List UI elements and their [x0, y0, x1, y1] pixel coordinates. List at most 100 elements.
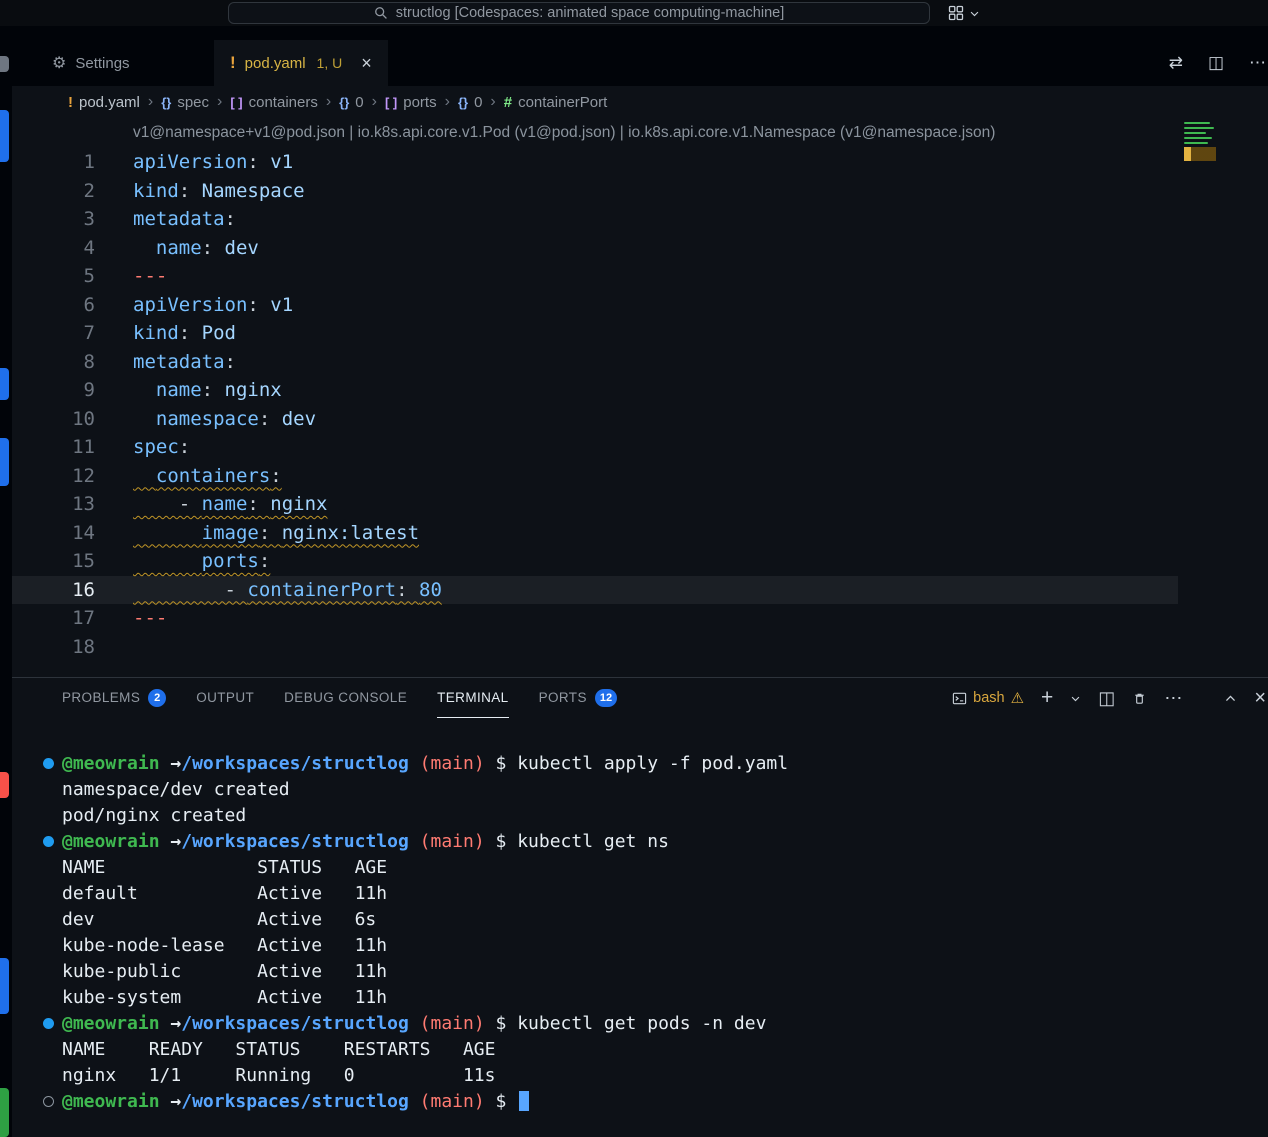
activity-bar-fragment [0, 772, 9, 798]
array-symbol-icon: [ ] [385, 95, 397, 110]
code-line[interactable]: 6apiVersion: v1 [12, 291, 1178, 320]
terminal-output-line: NAME READY STATUS RESTARTS AGE [62, 1037, 1268, 1063]
command-pending-icon[interactable] [43, 1096, 54, 1107]
line-text: - name: nginx [95, 490, 328, 519]
split-editor-icon[interactable]: ◫ [1208, 53, 1224, 73]
close-tab-icon[interactable]: × [361, 53, 372, 74]
open-changes-icon[interactable]: ⇄ [1169, 53, 1183, 73]
line-number: 3 [12, 205, 95, 234]
yaml-schema-hint[interactable]: v1@namespace+v1@pod.json | io.k8s.api.co… [12, 118, 1268, 148]
code-line[interactable]: 4 name: dev [12, 234, 1178, 263]
breadcrumb-separator-icon: › [490, 93, 495, 111]
code-line[interactable]: 1apiVersion: v1 [12, 148, 1178, 177]
tab-problems-git-decoration: 1, U [317, 55, 343, 71]
breadcrumb-item[interactable]: #containerPort [504, 94, 608, 111]
breadcrumb-item[interactable]: !pod.yaml [68, 94, 140, 111]
activity-bar-fragment [0, 1088, 9, 1137]
line-text: metadata: [95, 205, 236, 234]
breadcrumb-item[interactable]: {}spec [161, 94, 209, 111]
chevron-down-icon [969, 8, 980, 19]
code-line[interactable]: 5--- [12, 262, 1178, 291]
line-number: 14 [12, 519, 95, 548]
codespaces-menu-button[interactable] [948, 0, 980, 26]
terminal-output-line: namespace/dev created [62, 777, 1268, 803]
panel-tab-debug-console[interactable]: DEBUG CONSOLE [284, 678, 407, 718]
minimap-line [1184, 137, 1212, 139]
line-text: apiVersion: v1 [95, 148, 293, 177]
command-success-icon[interactable] [43, 1018, 54, 1029]
titlebar: structlog [Codespaces: animated space co… [0, 0, 1268, 26]
breadcrumb-label: ports [403, 94, 436, 111]
shell-indicator[interactable]: bash ⚠ [952, 689, 1024, 707]
line-text: --- [95, 604, 167, 633]
vscode-window: structlog [Codespaces: animated space co… [0, 0, 1268, 1137]
line-number: 13 [12, 490, 95, 519]
code-line[interactable]: 12 containers: [12, 462, 1178, 491]
kill-terminal-icon[interactable] [1132, 691, 1147, 706]
panel-tab-output[interactable]: OUTPUT [196, 678, 254, 718]
code-line[interactable]: 17--- [12, 604, 1178, 633]
breadcrumb-item[interactable]: [ ]containers [230, 94, 318, 111]
editor: v1@namespace+v1@pod.json | io.k8s.api.co… [12, 118, 1268, 677]
line-number: 18 [12, 633, 95, 662]
bottom-panel: PROBLEMS2 OUTPUT DEBUG CONSOLE TERMINAL PORT… [12, 677, 1268, 1115]
line-text: kind: Pod [95, 319, 236, 348]
tab-pod-yaml[interactable]: ! pod.yaml 1, U × [214, 40, 388, 86]
code-line[interactable]: 9 name: nginx [12, 376, 1178, 405]
line-number: 1 [12, 148, 95, 177]
breadcrumb-item[interactable]: {}0 [458, 94, 482, 111]
code-line[interactable]: 2kind: Namespace [12, 177, 1178, 206]
tab-pod-yaml-label: pod.yaml [245, 55, 306, 72]
activity-bar-fragment [0, 958, 9, 1014]
panel-tab-problems[interactable]: PROBLEMS2 [62, 678, 166, 718]
terminal-profile-chevron-icon[interactable] [1070, 693, 1081, 704]
line-text: kind: Namespace [95, 177, 305, 206]
code-line[interactable]: 8metadata: [12, 348, 1178, 377]
command-center-search[interactable]: structlog [Codespaces: animated space co… [228, 2, 930, 24]
editor-more-actions-icon[interactable]: ⋯ [1249, 53, 1266, 73]
panel-more-actions-icon[interactable]: ⋯ [1164, 688, 1182, 709]
code-line[interactable]: 11spec: [12, 433, 1178, 462]
line-number: 4 [12, 234, 95, 263]
panel-tab-terminal[interactable]: TERMINAL [437, 678, 508, 718]
terminal-content[interactable]: @meowrain →/workspaces/structlog (main) … [12, 718, 1268, 1115]
breadcrumb-label: 0 [474, 94, 482, 111]
maximize-panel-icon[interactable] [1224, 692, 1237, 705]
close-panel-icon[interactable]: × [1254, 687, 1266, 710]
breadcrumb-item[interactable]: [ ] ports [385, 94, 437, 111]
breadcrumb-separator-icon: › [445, 93, 450, 111]
activity-bar-fragment [0, 438, 9, 486]
code-line[interactable]: 15 ports: [12, 547, 1178, 576]
panel-tab-label: DEBUG CONSOLE [284, 690, 407, 705]
code-line[interactable]: 3metadata: [12, 205, 1178, 234]
command-success-icon[interactable] [43, 836, 54, 847]
split-terminal-icon[interactable]: ◫ [1098, 688, 1115, 709]
code-line[interactable]: 14 image: nginx:latest [12, 519, 1178, 548]
activity-bar-fragment [0, 368, 9, 400]
code-line[interactable]: 16 - containerPort: 80 [12, 576, 1178, 605]
line-text: name: dev [95, 234, 259, 263]
terminal-prompt-line: @meowrain →/workspaces/structlog (main) … [62, 1011, 1268, 1037]
terminal-icon [952, 691, 967, 706]
activity-bar[interactable] [0, 26, 12, 1137]
code-line[interactable]: 18 [12, 633, 1178, 662]
breadcrumb-separator-icon: › [148, 93, 153, 111]
terminal-output-line: kube-public Active 11h [62, 959, 1268, 985]
command-success-icon[interactable] [43, 758, 54, 769]
minimap-line [1184, 142, 1208, 144]
tab-settings-label: Settings [75, 55, 129, 72]
panel-tab-label: OUTPUT [196, 690, 254, 705]
code-line[interactable]: 7kind: Pod [12, 319, 1178, 348]
line-text: namespace: dev [95, 405, 316, 434]
tab-settings[interactable]: ⚙ Settings [36, 40, 200, 86]
new-terminal-icon[interactable]: + [1041, 686, 1053, 710]
code-line[interactable]: 13 - name: nginx [12, 490, 1178, 519]
breadcrumb-item[interactable]: {}0 [339, 94, 363, 111]
terminal-prompt-line: @meowrain →/workspaces/structlog (main) … [62, 829, 1268, 855]
line-text: image: nginx:latest [95, 519, 419, 548]
shell-label: bash [973, 690, 1004, 706]
panel-tab-ports[interactable]: PORTS12 [539, 678, 618, 718]
code-line[interactable]: 10 namespace: dev [12, 405, 1178, 434]
panel-header: PROBLEMS2 OUTPUT DEBUG CONSOLE TERMINAL PORT… [12, 678, 1268, 718]
minimap[interactable] [1184, 122, 1218, 161]
